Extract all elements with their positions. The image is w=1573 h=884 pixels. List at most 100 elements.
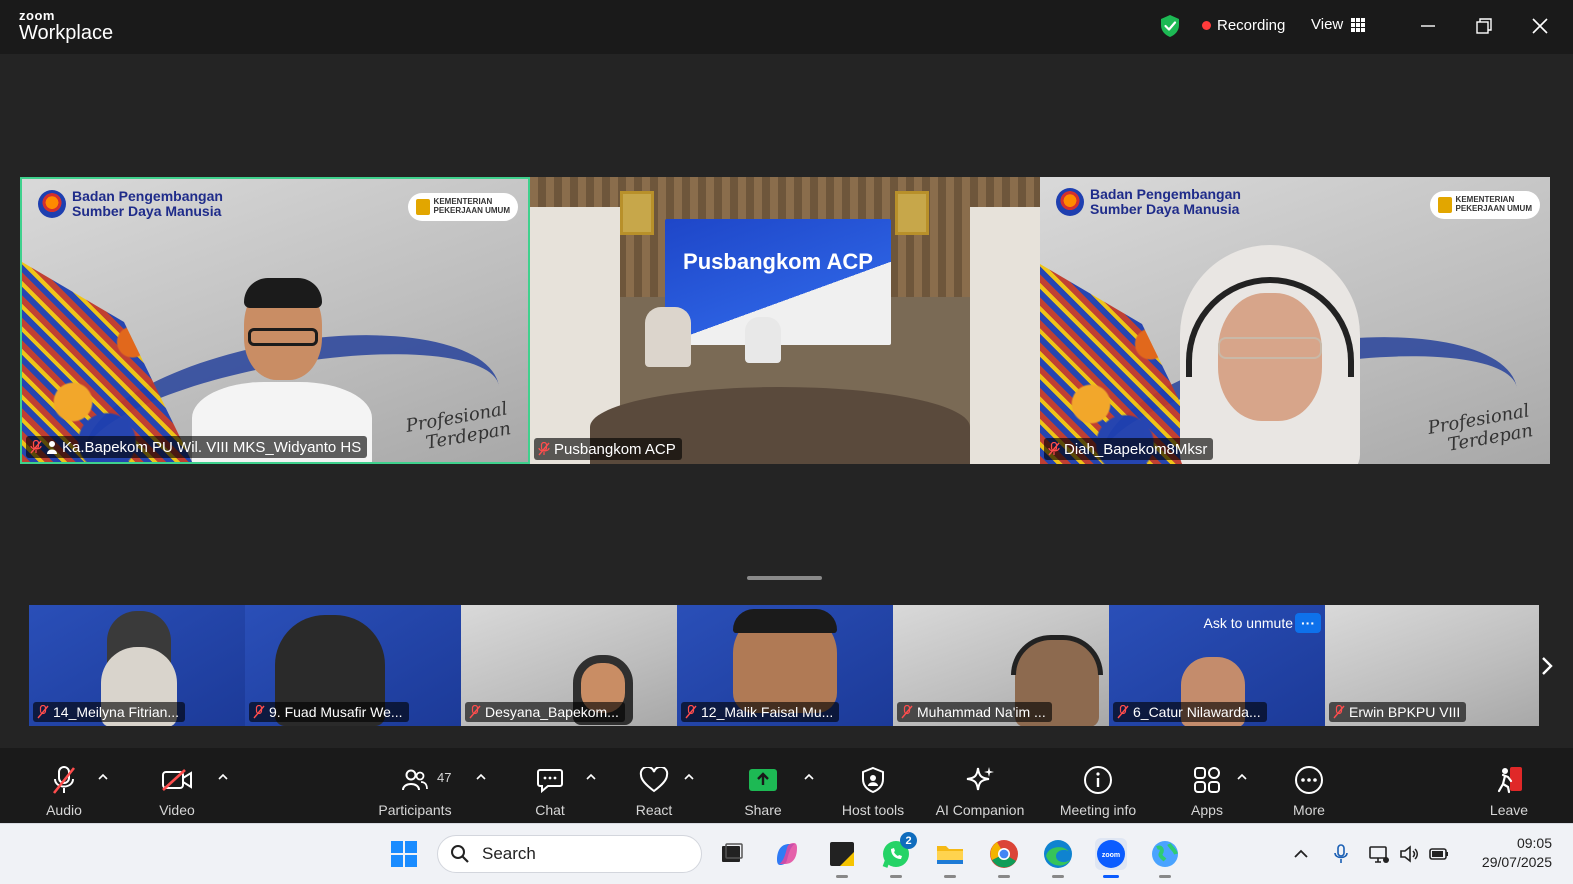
- participant-name-label: 9. Fuad Musafir We...: [249, 702, 409, 722]
- thumbnail-tile[interactable]: 9. Fuad Musafir We...: [245, 605, 461, 726]
- zoom-taskbar-icon[interactable]: zoom: [1095, 838, 1127, 878]
- participant-name: 14_Meilyna Fitrian...: [53, 704, 180, 720]
- participant-name: Diah_Bapekom8Mksr: [1064, 440, 1208, 458]
- recording-indicator[interactable]: Recording: [1202, 17, 1285, 34]
- windows-start-icon[interactable]: [388, 838, 420, 870]
- bpsdm-line1: Badan Pengembangan: [1090, 186, 1241, 202]
- battery-icon[interactable]: [1428, 843, 1450, 865]
- apps-options-caret-icon[interactable]: [1236, 772, 1248, 782]
- share-options-caret-icon[interactable]: [803, 772, 815, 782]
- participant-name: 12_Malik Faisal Mu...: [701, 704, 834, 720]
- video-tile-pusbangkom[interactable]: Pusbangkom ACP Pusbangkom ACP: [530, 177, 1040, 464]
- host-tools-button[interactable]: Host tools: [818, 764, 928, 818]
- zoom-workplace-logo: zoom Workplace: [19, 9, 113, 43]
- bpsdm-emblem-icon: [1056, 187, 1084, 216]
- meeting-info-button[interactable]: Meeting info: [1043, 764, 1153, 818]
- react-options-caret-icon[interactable]: [683, 772, 695, 782]
- participant-name: Ka.Bapekom PU Wil. VIII MKS_Widyanto HS: [62, 438, 362, 456]
- portrait-right: [895, 191, 929, 235]
- chrome-icon[interactable]: [988, 838, 1020, 878]
- taskbar-search-box[interactable]: Search: [437, 835, 702, 873]
- participant-name: Erwin BPKPU VIII: [1349, 704, 1461, 720]
- edge-icon[interactable]: [1042, 838, 1074, 878]
- thumbnail-tile[interactable]: Desyana_Bapekom...: [461, 605, 677, 726]
- mic-muted-icon: [1048, 442, 1060, 456]
- participants-label: Participants: [378, 802, 452, 818]
- mic-muted-icon: [538, 442, 550, 456]
- video-tile-active-speaker[interactable]: Badan Pengembangan Sumber Daya Manusia KE…: [20, 177, 530, 464]
- running-indicator: [836, 875, 848, 878]
- chat-options-caret-icon[interactable]: [585, 772, 597, 782]
- running-indicator: [890, 875, 902, 878]
- participant-name-label: Diah_Bapekom8Mksr: [1044, 438, 1214, 460]
- mic-muted-icon: [52, 766, 76, 794]
- file-explorer-icon[interactable]: [934, 838, 966, 878]
- thumbnail-tile[interactable]: Ask to unmute ··· 6_Catur Nilawarda...: [1109, 605, 1325, 726]
- view-button[interactable]: View: [1311, 16, 1366, 33]
- volume-icon[interactable]: [1398, 843, 1420, 865]
- tile-more-options-button[interactable]: ···: [1295, 613, 1321, 633]
- participant-name-label: Ka.Bapekom PU Wil. VIII MKS_Widyanto HS: [26, 436, 368, 458]
- audio-options-caret-icon[interactable]: [97, 772, 109, 782]
- leave-button[interactable]: Leave: [1454, 764, 1564, 818]
- copilot-icon[interactable]: [771, 838, 803, 870]
- ask-to-unmute-button[interactable]: Ask to unmute: [1204, 615, 1294, 631]
- whatsapp-icon[interactable]: 2: [880, 832, 917, 878]
- apps-icon: [1194, 767, 1220, 793]
- globe-app-icon[interactable]: [1149, 838, 1181, 878]
- participant-name-label: Muhammad Na'im ...: [897, 702, 1052, 722]
- task-view-icon[interactable]: [716, 838, 748, 870]
- pu-emblem-icon: [1437, 197, 1452, 213]
- participant-name: Desyana_Bapekom...: [485, 704, 619, 720]
- video-options-caret-icon[interactable]: [217, 772, 229, 782]
- thumbnail-tile[interactable]: 12_Malik Faisal Mu...: [677, 605, 893, 726]
- portrait-left: [620, 191, 654, 235]
- participants-button[interactable]: Participants: [360, 764, 470, 818]
- network-icon[interactable]: [1368, 843, 1390, 865]
- microphone-tray-icon[interactable]: [1330, 843, 1352, 865]
- participant-name-label: 12_Malik Faisal Mu...: [681, 702, 840, 722]
- thumbnail-tile[interactable]: 14_Meilyna Fitrian...: [29, 605, 245, 726]
- react-label: React: [635, 802, 673, 818]
- thumbnail-tile[interactable]: Erwin BPKPU VIII: [1325, 605, 1539, 726]
- kemen-line2: PEKERJAAN UMUM: [433, 206, 510, 215]
- close-icon[interactable]: [1528, 14, 1552, 38]
- whatsapp-badge: 2: [900, 832, 917, 849]
- recording-label: Recording: [1217, 17, 1286, 34]
- active-indicator: [1103, 875, 1119, 878]
- host-tools-label: Host tools: [841, 802, 905, 818]
- running-indicator: [1159, 875, 1171, 878]
- thumbnail-tile[interactable]: Muhammad Na'im ...: [893, 605, 1109, 726]
- kemen-line2: PEKERJAAN UMUM: [1455, 204, 1532, 213]
- window-blinds-right: [970, 207, 1040, 464]
- resize-handle[interactable]: [747, 576, 822, 580]
- share-button[interactable]: Share: [708, 764, 818, 818]
- share-screen-icon: [749, 769, 777, 791]
- grid-icon: [1351, 17, 1366, 32]
- clock-date: 29/07/2025: [1481, 854, 1552, 870]
- show-hidden-icons-chevron-icon[interactable]: [1290, 843, 1312, 865]
- encryption-shield-icon[interactable]: [1159, 14, 1181, 38]
- bpsdm-logo: Badan Pengembangan Sumber Daya Manusia: [38, 189, 223, 218]
- system-clock[interactable]: 09:05 29/07/2025: [1462, 834, 1552, 872]
- participants-options-caret-icon[interactable]: [475, 772, 487, 782]
- ai-companion-button[interactable]: AI Companion: [925, 764, 1035, 818]
- restore-icon[interactable]: [1472, 14, 1496, 38]
- heart-icon: [639, 767, 669, 793]
- minimize-icon[interactable]: [1416, 14, 1440, 38]
- sticky-notes-icon[interactable]: [826, 838, 858, 878]
- host-icon: [47, 441, 57, 454]
- kementerian-logo: KEMENTERIAN PEKERJAAN UMUM: [1429, 191, 1540, 219]
- more-button[interactable]: More: [1254, 764, 1364, 818]
- windows-taskbar: Search 2 zoom 09:05 29/07/2025: [0, 823, 1573, 884]
- meeting-toolbar: Audio Video Participants 47 Chat React S…: [0, 748, 1573, 823]
- search-icon: [451, 845, 469, 863]
- chevron-right-icon[interactable]: [1538, 654, 1556, 678]
- svg-text:zoom: zoom: [1102, 852, 1120, 859]
- video-label: Video: [159, 802, 195, 818]
- audio-label: Audio: [46, 802, 82, 818]
- mic-muted-icon: [901, 705, 913, 719]
- video-tile-diah[interactable]: Badan Pengembangan Sumber Daya Manusia KE…: [1040, 177, 1550, 464]
- participant-name-label: 14_Meilyna Fitrian...: [33, 702, 186, 722]
- video-button[interactable]: Video: [122, 764, 232, 818]
